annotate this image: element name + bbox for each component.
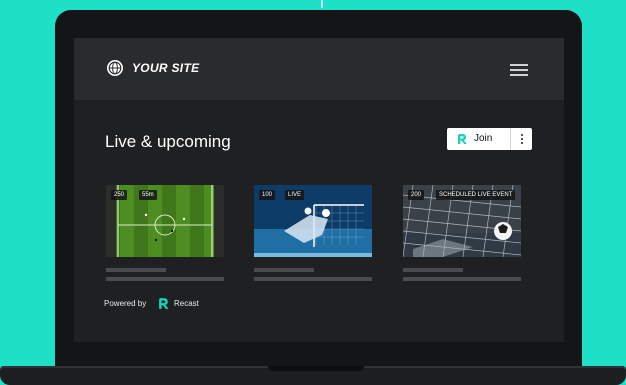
hamburger-menu-icon[interactable] <box>510 64 528 76</box>
recast-logo-icon <box>458 134 467 144</box>
viewer-count-badge: 200 <box>408 190 425 200</box>
card-1-subtitle-placeholder <box>106 277 224 281</box>
globe-icon[interactable] <box>106 59 124 77</box>
card-3-subtitle-placeholder <box>403 277 521 281</box>
viewer-count-badge: 100 <box>259 190 276 200</box>
laptop-screen: YOUR SITE Live & upcoming Join 250 55m 1… <box>74 38 564 342</box>
laptop-notch <box>268 366 364 371</box>
join-button[interactable]: Join <box>447 128 510 150</box>
stage: YOUR SITE Live & upcoming Join 250 55m 1… <box>0 0 626 385</box>
join-button-group: Join <box>447 128 532 150</box>
site-header: YOUR SITE <box>74 38 564 100</box>
video-card-3[interactable]: 200 SCHEDULED LIVE EVENT <box>403 185 521 257</box>
recast-logo-icon <box>159 298 169 309</box>
scheduled-badge: SCHEDULED LIVE EVENT <box>436 190 516 200</box>
video-card-1[interactable]: 250 55m <box>106 185 224 257</box>
duration-badge: 55m <box>139 190 157 200</box>
top-accent-line <box>321 0 323 8</box>
section-title: Live & upcoming <box>105 132 231 151</box>
card-2-title-placeholder <box>254 268 314 272</box>
viewer-count-badge: 250 <box>111 190 128 200</box>
card-1-title-placeholder <box>106 268 166 272</box>
recast-brand-name: Recast <box>174 299 199 308</box>
video-card-2[interactable]: 100 LIVE <box>254 185 372 257</box>
card-3-title-placeholder <box>403 268 463 272</box>
site-title[interactable]: YOUR SITE <box>132 61 199 75</box>
join-button-label: Join <box>474 133 493 144</box>
card-2-subtitle-placeholder <box>254 277 372 281</box>
more-vertical-icon[interactable] <box>511 128 532 150</box>
powered-by-label: Powered by <box>104 299 147 308</box>
live-badge: LIVE <box>285 190 305 200</box>
